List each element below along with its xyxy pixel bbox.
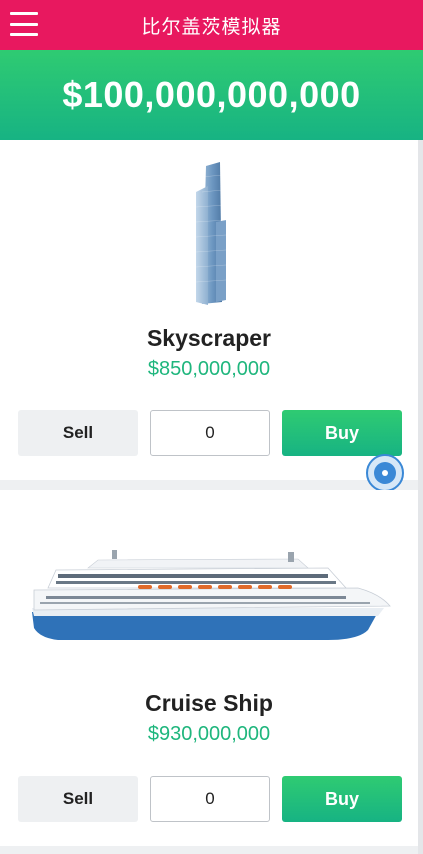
product-card-cruise-ship: Cruise Ship $930,000,000 Sell Buy bbox=[0, 490, 418, 846]
trade-controls: Sell Buy bbox=[0, 410, 418, 456]
product-card-skyscraper: Skyscraper $850,000,000 Sell Buy bbox=[0, 140, 418, 480]
quantity-input[interactable] bbox=[150, 776, 270, 822]
scroll-track bbox=[418, 140, 423, 854]
top-bar: 比尔盖茨模拟器 bbox=[0, 0, 423, 50]
skyscraper-icon bbox=[160, 162, 260, 307]
product-name: Cruise Ship bbox=[145, 690, 273, 716]
product-name: Skyscraper bbox=[146, 325, 272, 351]
buy-button[interactable]: Buy bbox=[282, 776, 402, 822]
balance-amount: $100,000,000,000 bbox=[62, 74, 361, 115]
product-price: $850,000,000 bbox=[147, 358, 271, 380]
trade-controls: Sell Buy bbox=[0, 776, 418, 822]
sell-button[interactable]: Sell bbox=[18, 776, 138, 822]
app-title: 比尔盖茨模拟器 bbox=[141, 16, 282, 38]
balance-banner: $100,000,000,000 bbox=[0, 50, 423, 140]
hamburger-menu-icon[interactable] bbox=[10, 12, 38, 36]
app-screen: 比尔盖茨模拟器 $100,000,000,000 Skyscraper $850… bbox=[0, 0, 423, 854]
sell-button[interactable]: Sell bbox=[18, 410, 138, 456]
quantity-input[interactable] bbox=[150, 410, 270, 456]
buy-button[interactable]: Buy bbox=[282, 410, 402, 456]
cruise-ship-icon bbox=[28, 550, 393, 645]
product-price: $930,000,000 bbox=[147, 723, 271, 745]
assistive-touch-icon[interactable] bbox=[366, 454, 404, 492]
